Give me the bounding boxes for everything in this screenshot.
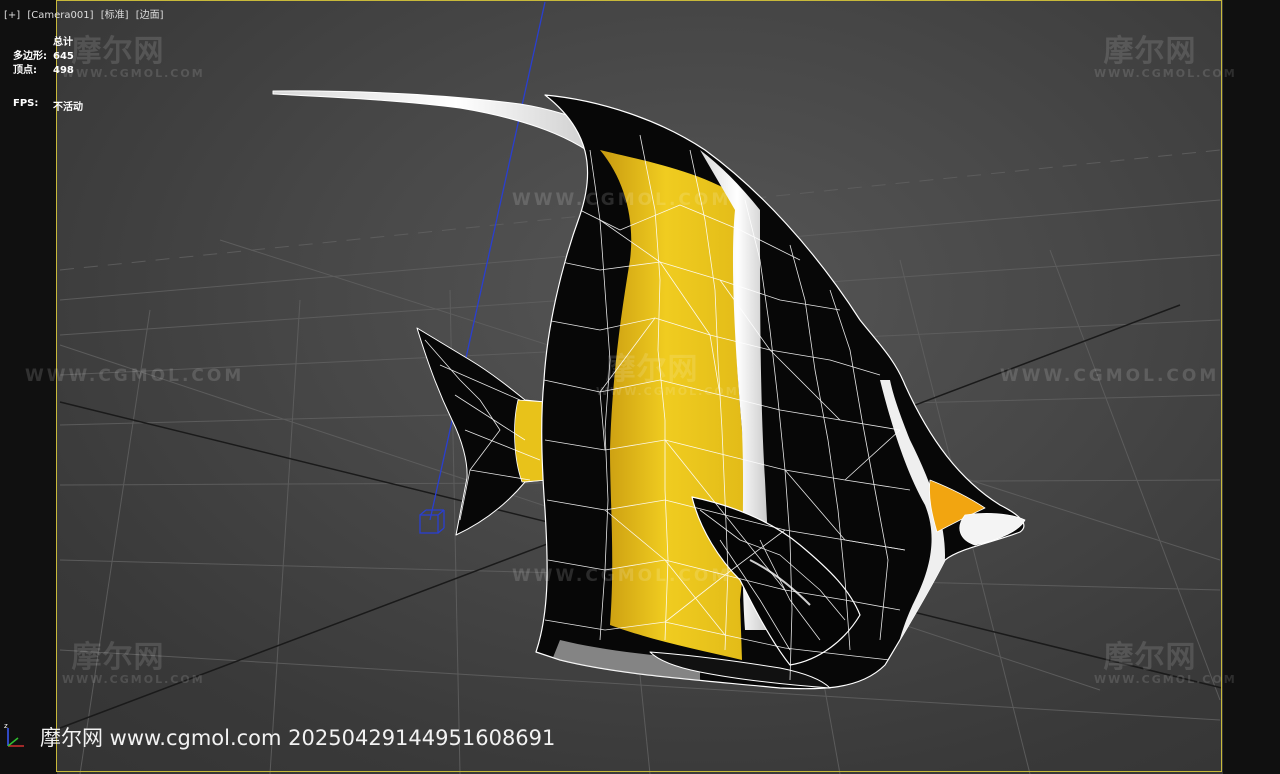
scene-statistics: 总计 多边形: 645 顶点: 498 [13, 36, 74, 78]
watermark-url: WWW.CGMOL.COM [25, 366, 245, 386]
viewport-shading-label[interactable]: [标准] [101, 10, 129, 21]
viewport-label-menu: [+] [Camera001] [标准] [边面] [4, 6, 168, 21]
fps-readout: FPS: 不活动 [13, 98, 83, 113]
left-panel-strip [0, 0, 57, 774]
watermark-logo: 摩尔网 WWW.CGMOL.COM [62, 34, 205, 80]
vertices-value: 498 [53, 65, 74, 76]
watermark-footer: 摩尔网 www.cgmol.com 20250429144951608691 [40, 726, 556, 750]
watermark-logo: 摩尔网 WWW.CGMOL.COM [62, 640, 205, 686]
stats-total-header: 总计 [53, 37, 73, 48]
watermark-logo: 摩尔网 WWW.CGMOL.COM [596, 352, 739, 398]
watermark-logo: 摩尔网 WWW.CGMOL.COM [1094, 640, 1237, 686]
viewport-menu-plus[interactable]: [+] [4, 10, 20, 21]
axis-gizmo-icon: z [4, 722, 24, 747]
fps-label: FPS: [13, 98, 39, 109]
vertices-label: 顶点: [13, 65, 37, 76]
watermark-url: WWW.CGMOL.COM [512, 566, 732, 586]
viewport[interactable]: 摩尔网 WWW.CGMOL.COM 摩尔网 WWW.CGMOL.COM 摩尔网 … [0, 0, 1280, 774]
watermark-logo: 摩尔网 WWW.CGMOL.COM [1094, 34, 1237, 80]
viewport-display-label[interactable]: [边面] [136, 10, 164, 21]
svg-text:z: z [4, 722, 8, 730]
fps-value: 不活动 [53, 102, 83, 113]
watermark-url: WWW.CGMOL.COM [512, 190, 732, 210]
mouth [959, 513, 1026, 546]
watermark-url: WWW.CGMOL.COM [1000, 366, 1220, 386]
polygons-label: 多边形: [13, 51, 47, 62]
viewport-camera-label[interactable]: [Camera001] [27, 10, 93, 21]
polygons-value: 645 [53, 51, 74, 62]
right-panel-strip [1223, 0, 1280, 774]
